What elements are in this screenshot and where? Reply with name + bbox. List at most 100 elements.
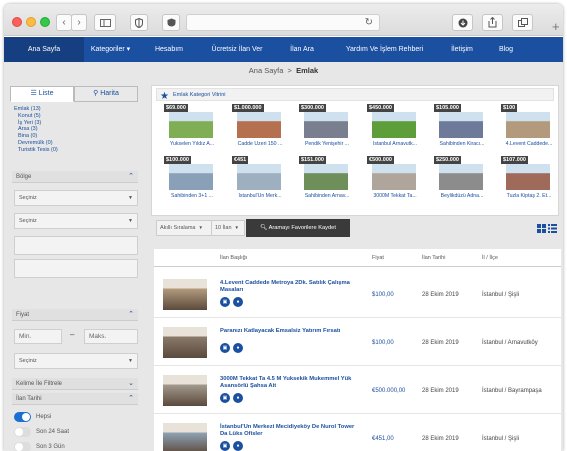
browser-window: ‹ › ↻ + Ana Sayfa Kategoriler ▾ Hesabım … xyxy=(4,4,563,451)
listing-location: İstanbul / Şişli xyxy=(482,436,520,442)
showcase-card[interactable]: $69.000 Yukselen Yıldız A... xyxy=(164,104,220,158)
listing-title[interactable]: Paranızı Katlayacak Emsalsiz Yatırım Fır… xyxy=(220,328,360,335)
category-item[interactable]: İş Yeri (3) xyxy=(14,120,58,127)
reload-icon[interactable]: ↻ xyxy=(365,17,373,28)
listing-title[interactable]: İstanbul'Un Merkezi Mecidiyeköy De Nurol… xyxy=(220,424,360,439)
tab-list[interactable]: ☰ Liste xyxy=(10,86,74,102)
share-button[interactable] xyxy=(482,14,503,31)
nav-post-free-ad[interactable]: Ücretsiz İlan Ver xyxy=(201,37,273,62)
map-pin-icon[interactable]: ● xyxy=(233,441,243,451)
photos-icon[interactable]: ▣ xyxy=(220,297,230,307)
category-item[interactable]: Bina (0) xyxy=(14,133,58,140)
nav-categories[interactable]: Kategoriler ▾ xyxy=(84,37,137,62)
nav-contact[interactable]: İletişim xyxy=(438,37,486,62)
showcase-card[interactable]: $1.000.000 Cadde Üzeri 150 ... xyxy=(232,104,288,158)
card-title: İstanbul'Un Merk... xyxy=(238,193,282,199)
table-row[interactable]: 4.Levent Caddede Metroya 2Dk. Satılık Ça… xyxy=(154,273,561,318)
per-page-select[interactable]: 10 İlan ▼ xyxy=(211,220,245,236)
showcase-card[interactable]: $250.000 Beylikdüzü Adna... xyxy=(434,156,490,210)
map-pin-icon[interactable]: ● xyxy=(233,343,243,353)
region-select-city[interactable]: Seçiniz ▼ xyxy=(14,190,138,206)
showcase-card[interactable]: $100 4.Levent Caddede... xyxy=(501,104,557,158)
shield-extension-button[interactable] xyxy=(130,14,148,31)
sort-select[interactable]: Akıllı Sıralama ▼ xyxy=(156,220,212,236)
photos-icon[interactable]: ▣ xyxy=(220,393,230,403)
new-tab-button[interactable]: + xyxy=(552,19,563,36)
nav-account[interactable]: Hesabım xyxy=(137,37,201,62)
grid-view-icon[interactable] xyxy=(537,224,546,233)
showcase-card[interactable]: $300.000 Pendik Yenişehir ... xyxy=(299,104,355,158)
showcase-card[interactable]: $105.000 Sahibinden Kiracı... xyxy=(434,104,490,158)
category-item[interactable]: Devremülk (0) xyxy=(14,140,58,147)
listing-thumbnail[interactable] xyxy=(163,423,207,451)
price-max-input[interactable]: Maks. xyxy=(84,329,138,344)
listing-photo xyxy=(304,112,348,138)
table-row[interactable]: İstanbul'Un Merkezi Mecidiyeköy De Nurol… xyxy=(154,417,561,451)
card-title: Pendik Yenişehir ... xyxy=(304,141,350,147)
listing-photo xyxy=(169,164,213,190)
listing-title[interactable]: 4.Levent Caddede Metroya 2Dk. Satılık Ça… xyxy=(220,280,360,295)
category-item[interactable]: Arsa (3) xyxy=(14,126,58,133)
download-icon xyxy=(458,18,467,28)
nav-search-ads[interactable]: İlan Ara xyxy=(273,37,331,62)
back-button[interactable]: ‹ xyxy=(56,14,72,31)
photos-icon[interactable]: ▣ xyxy=(220,343,230,353)
tab-map[interactable]: ⚲ Harita xyxy=(74,86,138,102)
currency-select[interactable]: Seçiniz ▼ xyxy=(14,353,138,369)
category-root[interactable]: Emlak (13) xyxy=(14,106,58,113)
listing-icons: ▣ ● xyxy=(220,393,243,403)
ublock-extension-button[interactable] xyxy=(162,14,180,31)
listing-date: 28 Ekim 2019 xyxy=(422,340,459,346)
sidebar-toggle-button[interactable] xyxy=(94,14,116,31)
table-row[interactable]: 3000M Tekkat Ta 4.5 M Yuksekik Mukemmel … xyxy=(154,369,561,414)
forward-button[interactable]: › xyxy=(71,14,87,31)
category-item[interactable]: Konut (5) xyxy=(14,113,58,120)
breadcrumb-home[interactable]: Ana Sayfa xyxy=(249,66,284,75)
table-row[interactable]: Paranızı Katlayacak Emsalsiz Yatırım Fır… xyxy=(154,321,561,366)
region-select-neighborhood[interactable] xyxy=(14,236,138,255)
keyword-filter-header[interactable]: Kelime İle Filtrele ⌄ xyxy=(12,378,138,390)
listing-photo xyxy=(304,164,348,190)
listing-thumbnail[interactable] xyxy=(163,327,207,358)
price-filter-header[interactable]: Fiyat ⌃ xyxy=(12,309,138,321)
nav-home[interactable]: Ana Sayfa xyxy=(4,37,84,62)
showcase-card[interactable]: €500.000 3000M Tekkat Ta... xyxy=(367,156,423,210)
showcase-card[interactable]: $107.000 Tuzla Kiptaş 2. Et... xyxy=(501,156,557,210)
toggle-off-icon xyxy=(14,427,31,437)
address-bar[interactable]: ↻ xyxy=(186,14,380,31)
region-select-area[interactable] xyxy=(14,259,138,278)
card-price: €500.000 xyxy=(367,156,394,164)
category-item[interactable]: Turistik Tesis (0) xyxy=(14,147,58,154)
nav-help-guide[interactable]: Yardım Ve İşlem Rehberi xyxy=(331,37,438,62)
listing-title[interactable]: 3000M Tekkat Ta 4.5 M Yuksekik Mukemmel … xyxy=(220,376,360,391)
map-pin-icon[interactable]: ● xyxy=(233,393,243,403)
date-filter-header[interactable]: İlan Tarihi ⌃ xyxy=(12,393,138,405)
showcase-card[interactable]: €451 İstanbul'Un Merk... xyxy=(232,156,288,210)
price-min-input[interactable]: Min. xyxy=(14,329,62,344)
region-select-district[interactable]: Seçiniz ▼ xyxy=(14,213,138,229)
header-title: İlan Başlığı xyxy=(220,255,248,261)
save-search-button[interactable]: 🔍︎ Aramayı Favorilere Kaydet xyxy=(246,219,350,237)
listing-thumbnail[interactable] xyxy=(163,375,207,406)
listing-photo xyxy=(169,112,213,138)
map-pin-icon[interactable]: ● xyxy=(233,297,243,307)
card-title: 4.Levent Caddede... xyxy=(505,141,553,147)
list-view-icon[interactable] xyxy=(548,224,557,233)
listing-thumbnail[interactable] xyxy=(163,279,207,310)
tabs-overview-button[interactable] xyxy=(512,14,533,31)
showcase-card[interactable]: $151.000 Sahibinden Arnav... xyxy=(299,156,355,210)
chevron-down-icon: ▼ xyxy=(234,225,239,230)
card-price: $450.000 xyxy=(367,104,394,112)
header-date: İlan Tarihi xyxy=(422,255,446,261)
listing-icons: ▣ ● xyxy=(220,297,243,307)
showcase-card[interactable]: $450.000 İstanbul Arnavutk... xyxy=(367,104,423,158)
minimize-window-button[interactable] xyxy=(26,17,36,27)
nav-blog[interactable]: Blog xyxy=(486,37,526,62)
photos-icon[interactable]: ▣ xyxy=(220,441,230,451)
close-window-button[interactable] xyxy=(12,17,22,27)
region-filter-header[interactable]: Bölge ⌃ xyxy=(12,171,138,183)
downloads-button[interactable] xyxy=(452,14,473,31)
showcase-card[interactable]: $100.000 Sahibinden 3+1 ... xyxy=(164,156,220,210)
zoom-window-button[interactable] xyxy=(40,17,50,27)
list-icon: ☰ xyxy=(30,90,39,97)
